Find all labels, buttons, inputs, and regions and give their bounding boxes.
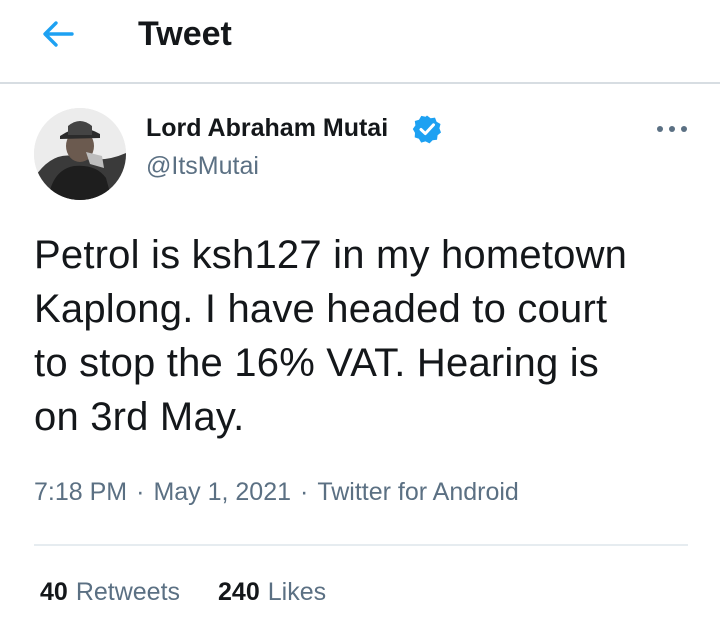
divider	[34, 544, 688, 546]
tweet-source[interactable]: Twitter for Android	[317, 478, 518, 506]
likes-count: 240	[218, 578, 260, 606]
tweet-text: Petrol is ksh127 in my hometown Kaplong.…	[34, 233, 628, 439]
retweets-stat[interactable]: 40 Retweets	[40, 576, 180, 608]
engagement-stats: 40 Retweets 240 Likes	[40, 576, 326, 608]
tweet-date[interactable]: May 1, 2021	[153, 478, 291, 506]
top-bar: Tweet	[0, 0, 720, 84]
likes-label: Likes	[267, 578, 327, 606]
retweets-count: 40	[40, 578, 68, 606]
tweet-time[interactable]: 7:18 PM	[34, 478, 127, 506]
likes-stat[interactable]: 240 Likes	[218, 576, 326, 608]
verified-badge-icon	[412, 115, 441, 144]
separator: ·	[136, 478, 145, 506]
back-button[interactable]	[36, 16, 80, 52]
profile-photo	[34, 108, 126, 200]
arrow-left-icon	[43, 21, 74, 47]
page-title: Tweet	[138, 15, 232, 53]
avatar[interactable]	[34, 108, 126, 200]
author-handle[interactable]: @ItsMutai	[146, 150, 259, 182]
more-horizontal-icon	[657, 126, 687, 132]
separator: ·	[300, 478, 309, 506]
tweet-metadata: 7:18 PM · May 1, 2021 · Twitter for Android	[34, 476, 519, 508]
retweets-label: Retweets	[75, 578, 181, 606]
author-name[interactable]: Lord Abraham Mutai	[146, 112, 388, 144]
more-options-button[interactable]	[648, 114, 696, 144]
